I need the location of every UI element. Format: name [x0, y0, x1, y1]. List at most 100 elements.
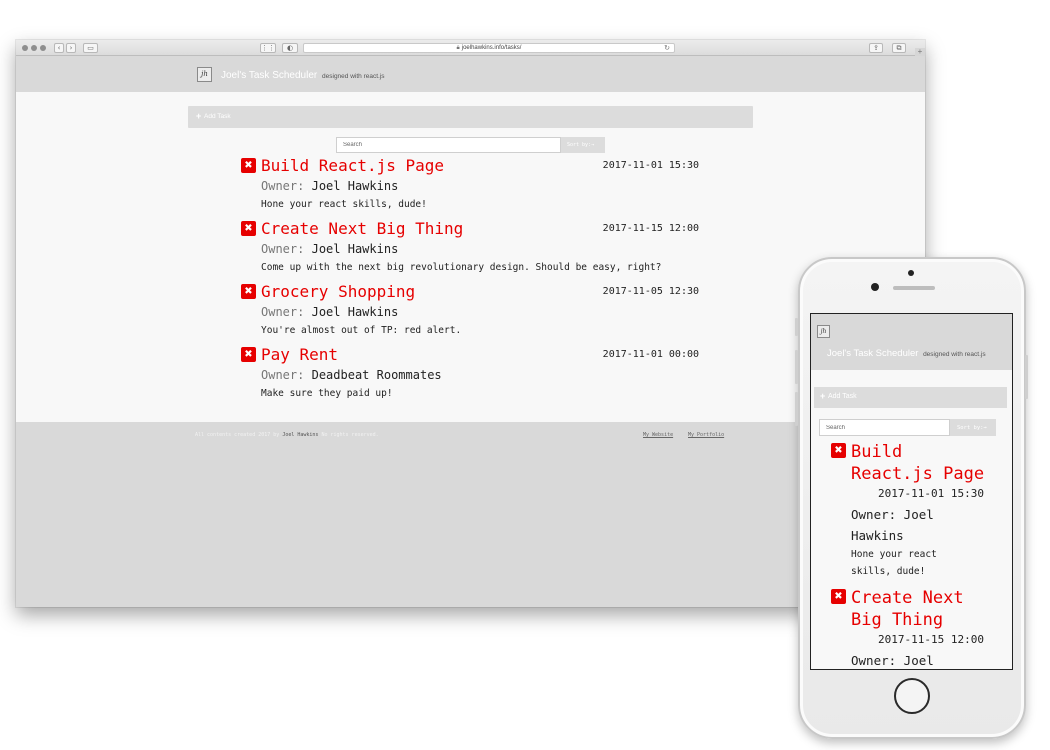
- owner-line: Owner: Joel: [851, 507, 934, 522]
- task-description: You're almost out of TP: red alert.: [261, 325, 462, 336]
- new-tab-plus-icon[interactable]: +: [915, 48, 925, 56]
- owner-line: Hawkins: [851, 528, 904, 543]
- close-window-dot[interactable]: [22, 45, 28, 51]
- mobile-site-tagline: designed with react.js: [923, 351, 986, 358]
- title-line: React.js Page: [851, 464, 985, 484]
- owner-label: Owner:: [261, 368, 305, 382]
- site-footer: All contents created 2017 by Joel Hawkin…: [16, 422, 925, 607]
- phone-volume-down: [795, 392, 798, 426]
- mobile-site-title-text: Joel's Task Scheduler: [827, 348, 919, 359]
- phone-home-button[interactable]: [894, 678, 930, 714]
- phone-power-button: [1025, 355, 1028, 399]
- sort-by-button[interactable]: Sort by:→: [561, 137, 605, 153]
- task-title: Create Next Big Thing: [261, 219, 464, 238]
- close-icon[interactable]: ✖: [831, 589, 846, 604]
- site-tagline: designed with react.js: [322, 73, 385, 80]
- task-title: Grocery Shopping: [261, 282, 416, 301]
- mobile-task-owner: Owner: Joel Hawkins: [851, 504, 961, 546]
- mobile-header-gap: [811, 370, 1012, 386]
- add-task-label: Add Task: [204, 113, 231, 120]
- desktop-browser-window: ‹ › ▭ ⋮⋮ ◐ 🔒︎ joelhawkins.info/tasks/ ↻ ⇪…: [16, 40, 925, 607]
- site-title: Joel's Task Scheduler designed with reac…: [221, 70, 385, 81]
- owner-name: Deadbeat Roommates: [311, 368, 442, 382]
- my-portfolio-link[interactable]: My Portfolio: [688, 432, 724, 438]
- task-date: 2017-11-01 15:30: [602, 160, 699, 171]
- task-page-content: + Add Task Sort by:→ ✖ Build React.js Pa…: [16, 92, 925, 422]
- phone-front-sensor: [908, 270, 914, 276]
- mobile-site-logo[interactable]: jh: [817, 325, 830, 338]
- mobile-task-date: 2017-11-15 12:00: [878, 633, 984, 646]
- mobile-site-title: Joel's Task Scheduler designed with reac…: [827, 348, 997, 360]
- task-owner: Owner: Joel Hawkins: [261, 305, 398, 319]
- search-input[interactable]: [336, 137, 561, 153]
- footer-copyright: All contents created 2017 by Joel Hawkin…: [195, 432, 379, 438]
- add-task-button[interactable]: + Add Task: [188, 106, 753, 128]
- desc-line: skills, dude!: [851, 566, 926, 577]
- site-logo[interactable]: jh: [197, 67, 212, 82]
- phone-mute-switch: [795, 318, 798, 336]
- mobile-task-owner: Owner: Joel: [851, 650, 961, 669]
- grid-view-icon[interactable]: ⋮⋮: [260, 43, 276, 53]
- task-description: Make sure they paid up!: [261, 388, 393, 399]
- title-line: Big Thing: [851, 610, 944, 630]
- search-sort-row: Sort by:→: [336, 137, 605, 153]
- mobile-add-task-label: Add Task: [828, 393, 857, 400]
- copyright-suffix: No rights reserved.: [321, 432, 379, 438]
- owner-name: Joel Hawkins: [311, 242, 399, 256]
- mobile-task-date: 2017-11-01 15:30: [878, 487, 984, 500]
- close-icon[interactable]: ✖: [241, 284, 256, 299]
- zoom-window-dot[interactable]: [40, 45, 46, 51]
- forward-button[interactable]: ›: [66, 43, 76, 53]
- privacy-report-icon[interactable]: ◐: [282, 43, 298, 53]
- title-line: Build: [851, 442, 903, 462]
- url-text: joelhawkins.info/tasks/: [461, 45, 522, 51]
- phone-volume-up: [795, 350, 798, 384]
- phone-camera: [871, 283, 879, 291]
- copyright-prefix: All contents created 2017 by: [195, 432, 280, 438]
- task-description: Come up with the next big revolutionary …: [261, 262, 662, 273]
- mobile-task-title: Create Next Big Thing: [851, 587, 1001, 631]
- task-owner: Owner: Joel Hawkins: [261, 179, 398, 193]
- site-title-text: Joel's Task Scheduler: [221, 70, 318, 81]
- minimize-window-dot[interactable]: [31, 45, 37, 51]
- task-title: Pay Rent: [261, 345, 339, 364]
- site-header: jh Joel's Task Scheduler designed with r…: [16, 56, 925, 92]
- copyright-name: Joel Hawkins: [282, 432, 319, 438]
- owner-name: Joel Hawkins: [311, 179, 399, 193]
- mobile-screen: jh Joel's Task Scheduler designed with r…: [810, 313, 1013, 670]
- mobile-sort-by-button[interactable]: Sort by:→: [950, 419, 996, 436]
- mobile-add-task-button[interactable]: + Add Task: [814, 387, 1007, 408]
- owner-label: Owner:: [261, 242, 305, 256]
- task-description: Hone your react skills, dude!: [261, 199, 427, 210]
- phone-earpiece: [893, 286, 935, 290]
- back-button[interactable]: ‹: [54, 43, 64, 53]
- owner-name: Joel Hawkins: [311, 305, 399, 319]
- address-bar[interactable]: 🔒︎ joelhawkins.info/tasks/ ↻: [303, 43, 675, 53]
- reload-icon[interactable]: ↻: [664, 44, 670, 53]
- task-date: 2017-11-01 00:00: [602, 349, 699, 360]
- mobile-task-description: Hone your react skills, dude!: [851, 546, 961, 580]
- title-line: Create Next: [851, 588, 964, 608]
- tabs-overview-icon[interactable]: ⧉: [892, 43, 906, 53]
- task-owner: Owner: Deadbeat Roommates: [261, 368, 442, 382]
- close-icon[interactable]: ✖: [241, 221, 256, 236]
- sidebar-toggle-icon[interactable]: ▭: [83, 43, 98, 53]
- desc-line: Hone your react: [851, 549, 937, 560]
- task-date: 2017-11-15 12:00: [602, 223, 699, 234]
- my-website-link[interactable]: My Website: [643, 432, 673, 438]
- owner-label: Owner:: [261, 179, 305, 193]
- plus-icon: +: [196, 111, 202, 121]
- close-icon[interactable]: ✖: [831, 443, 846, 458]
- mobile-search-input[interactable]: [819, 419, 950, 436]
- owner-label: Owner:: [261, 305, 305, 319]
- mobile-site-header: jh Joel's Task Scheduler designed with r…: [811, 314, 1012, 370]
- close-icon[interactable]: ✖: [241, 347, 256, 362]
- share-icon[interactable]: ⇪: [869, 43, 883, 53]
- task-owner: Owner: Joel Hawkins: [261, 242, 398, 256]
- task-title: Build React.js Page: [261, 156, 445, 175]
- owner-line: Owner: Joel: [851, 653, 934, 668]
- browser-toolbar: ‹ › ▭ ⋮⋮ ◐ 🔒︎ joelhawkins.info/tasks/ ↻ ⇪…: [16, 40, 925, 56]
- task-date: 2017-11-05 12:30: [602, 286, 699, 297]
- close-icon[interactable]: ✖: [241, 158, 256, 173]
- mobile-task-title: Build React.js Page: [851, 441, 1001, 485]
